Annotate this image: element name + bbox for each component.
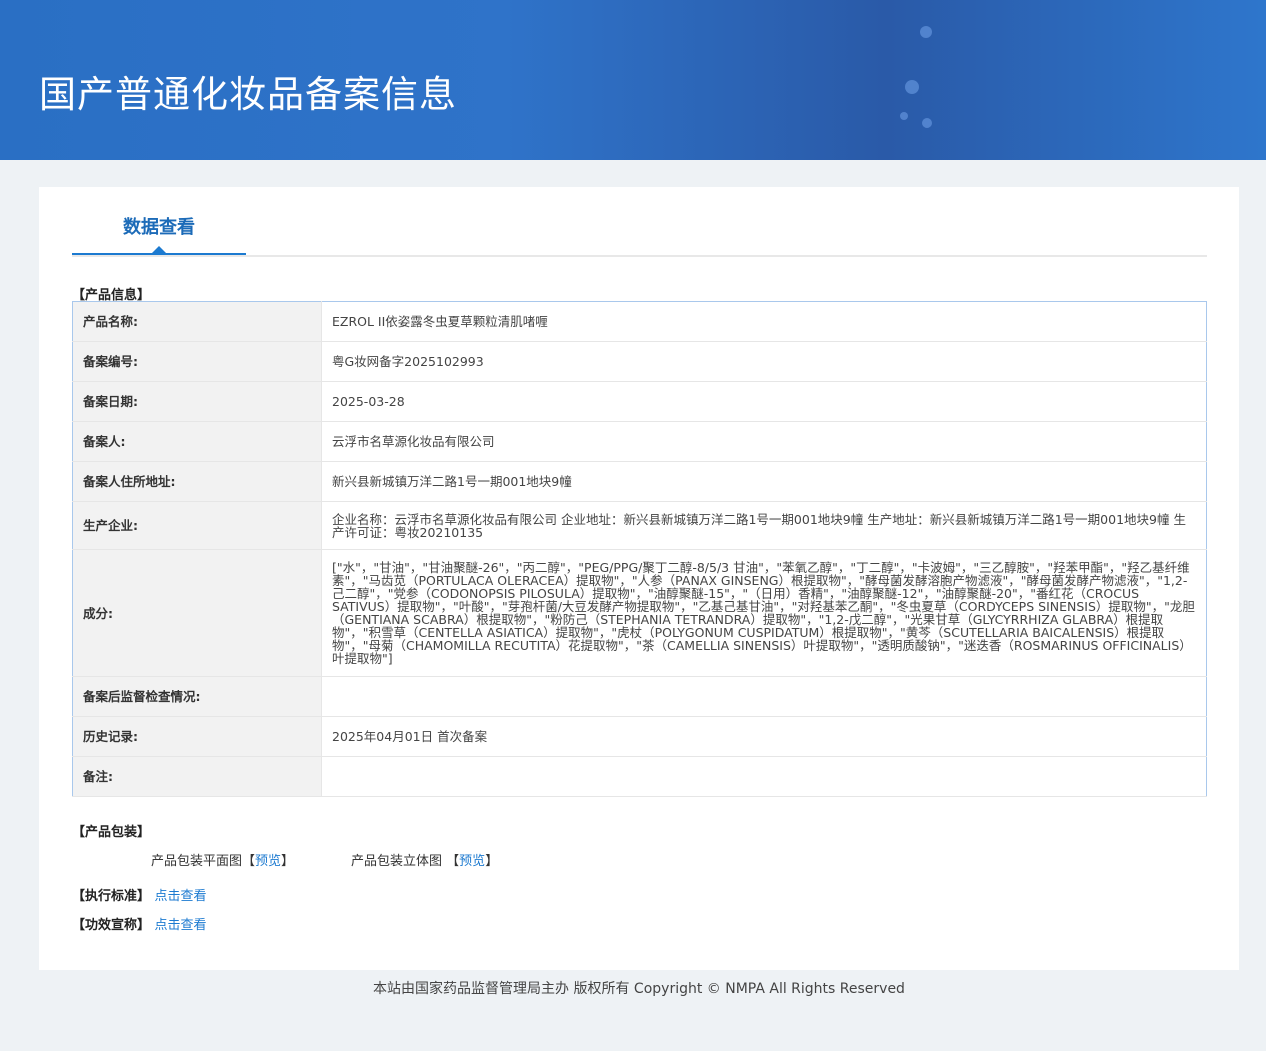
row-value — [321, 756, 1207, 797]
bracket: 】 — [281, 854, 295, 869]
table-row: 备案人: 云浮市名草源化妆品有限公司 — [72, 421, 1207, 462]
decor-dot — [920, 26, 932, 38]
section-packaging: 【产品包装】 — [72, 825, 151, 840]
decor-dot — [905, 80, 919, 94]
product-info-table: 产品名称: EZROL II依姿露冬虫夏草颗粒清肌啫喱 备案编号: 粤G妆网备字202… — [72, 301, 1207, 797]
decor-dot — [900, 112, 908, 120]
section-efficacy: 【功效宣称】 点击查看 — [72, 914, 207, 933]
row-value: 新兴县新城镇万洋二路1号一期001地块9幢 — [321, 461, 1207, 502]
row-value: EZROL II依姿露冬虫夏草颗粒清肌啫喱 — [321, 301, 1207, 342]
row-label: 成分: — [72, 549, 322, 677]
tab-divider — [72, 255, 1207, 257]
row-label: 备案人住所地址: — [72, 461, 322, 502]
row-label: 历史记录: — [72, 716, 322, 757]
table-row: 备案日期: 2025-03-28 — [72, 381, 1207, 422]
packaging-flat: 产品包装平面图【预览】 — [151, 850, 294, 869]
row-label: 产品名称: — [72, 301, 322, 342]
table-row: 备案编号: 粤G妆网备字2025102993 — [72, 341, 1207, 382]
page-title: 国产普通化妆品备案信息 — [39, 73, 457, 116]
preview-solid-link[interactable]: 预览 — [459, 854, 485, 869]
efficacy-label: 【功效宣称】 — [72, 918, 151, 933]
standard-label: 【执行标准】 — [72, 889, 151, 904]
row-label: 生产企业: — [72, 501, 322, 550]
row-label: 备案编号: — [72, 341, 322, 382]
table-row: 成分: ["水"，"甘油"，"甘油聚醚-26"，"丙二醇"，"PEG/PPG/聚丁… — [72, 549, 1207, 677]
section-standard: 【执行标准】 点击查看 — [72, 885, 207, 904]
bracket: 【 — [446, 854, 460, 869]
table-row: 生产企业: 企业名称：云浮市名草源化妆品有限公司 企业地址：新兴县新城镇万洋二路1… — [72, 501, 1207, 550]
table-row: 历史记录: 2025年04月01日 首次备案 — [72, 716, 1207, 757]
bracket: 【 — [242, 854, 256, 869]
row-value: 粤G妆网备字2025102993 — [321, 341, 1207, 382]
efficacy-view-link[interactable]: 点击查看 — [155, 918, 207, 933]
table-row: 备注: — [72, 756, 1207, 797]
standard-view-link[interactable]: 点击查看 — [155, 889, 207, 904]
preview-flat-link[interactable]: 预览 — [255, 854, 281, 869]
table-row: 备案后监督检查情况: — [72, 676, 1207, 717]
row-value: 2025年04月01日 首次备案 — [321, 716, 1207, 757]
packaging-flat-label: 产品包装平面图 — [151, 854, 243, 869]
row-value: ["水"，"甘油"，"甘油聚醚-26"，"丙二醇"，"PEG/PPG/聚丁二醇-… — [321, 549, 1207, 677]
page-header: 国产普通化妆品备案信息 — [0, 0, 1266, 160]
table-row: 备案人住所地址: 新兴县新城镇万洋二路1号一期001地块9幢 — [72, 461, 1207, 502]
row-label: 备案人: — [72, 421, 322, 462]
tab-data-view[interactable]: 数据查看 — [72, 213, 246, 255]
bracket: 】 — [485, 854, 499, 869]
decor-dot — [922, 118, 932, 128]
row-value: 云浮市名草源化妆品有限公司 — [321, 421, 1207, 462]
table-row: 产品名称: EZROL II依姿露冬虫夏草颗粒清肌啫喱 — [72, 301, 1207, 342]
row-value — [321, 676, 1207, 717]
footer-copyright: 本站由国家药品监督管理局主办 版权所有 Copyright © NMPA All… — [373, 981, 905, 997]
row-label: 备案日期: — [72, 381, 322, 422]
content-panel: 数据查看 【产品信息】 产品名称: EZROL II依姿露冬虫夏草颗粒清肌啫喱 备案… — [39, 187, 1239, 970]
row-label: 备案后监督检查情况: — [72, 676, 322, 717]
packaging-solid: 产品包装立体图 【预览】 — [351, 850, 498, 869]
row-label: 备注: — [72, 756, 322, 797]
row-value: 企业名称：云浮市名草源化妆品有限公司 企业地址：新兴县新城镇万洋二路1号一期00… — [321, 501, 1207, 550]
packaging-solid-label: 产品包装立体图 — [351, 854, 443, 869]
row-value: 2025-03-28 — [321, 381, 1207, 422]
